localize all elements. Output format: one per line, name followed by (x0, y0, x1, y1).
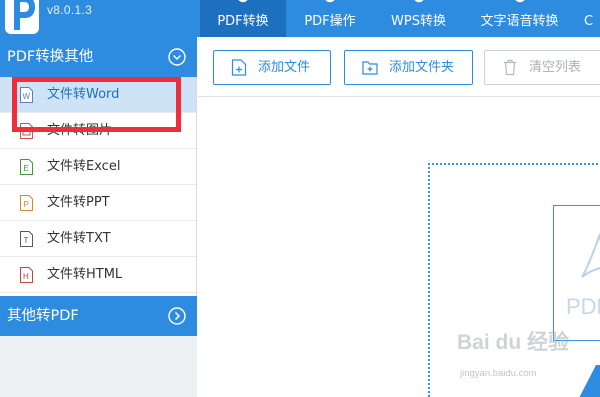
pdf-label: PDF (566, 294, 600, 319)
chevron-down-circle-icon[interactable] (168, 48, 186, 66)
sidebar-item-label: 文件转TXT (47, 231, 111, 246)
chevron-right-circle-icon[interactable] (168, 307, 186, 325)
tab-label: PDF操作 (304, 14, 356, 29)
section-pdf-to-other[interactable]: PDF转换其他 (0, 37, 197, 77)
tab-label: 文字语音转换 (480, 14, 559, 29)
excel-file-icon: E (20, 159, 33, 175)
svg-text:P: P (24, 200, 29, 209)
sidebar-item-file-to-ppt[interactable]: P 文件转PPT (0, 185, 196, 221)
clear-list-button[interactable]: 清空列表 (484, 50, 600, 85)
add-file-icon (231, 59, 247, 76)
clear-list-label: 清空列表 (529, 60, 582, 75)
sidebar-item-file-to-excel[interactable]: E 文件转Excel (0, 149, 196, 185)
add-file-label: 添加文件 (258, 60, 311, 75)
toolbar: 添加文件 添加文件夹 清空列表 (198, 37, 600, 97)
tab-label: PDF转换 (217, 14, 269, 29)
sidebar-item-label: 文件转PPT (47, 195, 110, 210)
tab-label: C (584, 14, 594, 29)
add-folder-icon (362, 61, 378, 75)
baidu-watermark: Bai du 经验 jingyan.baidu.com (457, 326, 597, 386)
add-folder-label: 添加文件夹 (389, 60, 455, 75)
txt-file-icon: T (20, 231, 33, 247)
sidebar-empty-area (0, 336, 197, 397)
app-version: v8.0.1.3 (47, 3, 93, 17)
svg-text:T: T (24, 236, 29, 245)
tab-text-speech[interactable]: 文字语音转换 (463, 0, 576, 37)
sidebar-item-file-to-html[interactable]: H 文件转HTML (0, 257, 196, 293)
tab-more[interactable]: C (576, 0, 600, 37)
ppt-file-icon: P (20, 195, 33, 211)
top-bar: v8.0.1.3 PDF转换 PDF操作 WPS转换 文字语音转换 C (0, 0, 600, 37)
tab-pdf-convert[interactable]: PDF转换 (200, 0, 286, 37)
trash-icon (504, 59, 516, 76)
section-title: PDF转换其他 (7, 49, 94, 65)
add-file-button[interactable]: 添加文件 (213, 50, 331, 85)
wps-icon (414, 0, 423, 3)
pdf-placeholder-card: PDF (553, 205, 600, 341)
section-title: 其他转PDF (7, 308, 79, 324)
svg-text:H: H (23, 272, 29, 281)
pdf-ops-icon (325, 0, 335, 3)
tab-wps-convert[interactable]: WPS转换 (374, 0, 463, 37)
svg-text:E: E (24, 164, 29, 173)
convert-icon (238, 0, 248, 3)
app-logo-icon (5, 0, 39, 34)
watermark-text: Bai du 经验 (457, 331, 570, 354)
tab-label: WPS转换 (391, 14, 446, 29)
section-other-to-pdf[interactable]: 其他转PDF (0, 296, 197, 336)
sidebar-item-file-to-txt[interactable]: T 文件转TXT (0, 221, 196, 257)
sidebar-item-label: 文件转HTML (47, 267, 123, 282)
sidebar-item-label: 文件转Excel (47, 159, 121, 174)
speech-icon (515, 0, 524, 3)
tab-pdf-operations[interactable]: PDF操作 (286, 0, 374, 37)
watermark-url: jingyan.baidu.com (460, 368, 537, 379)
main-nav: PDF转换 PDF操作 WPS转换 文字语音转换 C (200, 0, 600, 37)
add-folder-button[interactable]: 添加文件夹 (344, 50, 473, 85)
highlight-annotation (12, 77, 181, 132)
html-file-icon: H (20, 267, 33, 283)
acrobat-icon (581, 233, 600, 278)
